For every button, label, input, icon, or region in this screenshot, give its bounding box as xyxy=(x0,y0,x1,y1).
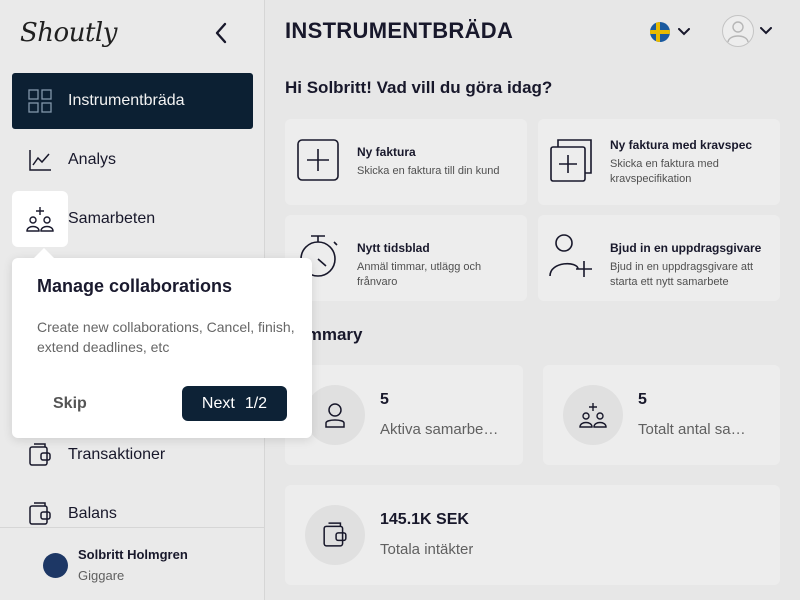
skip-button[interactable]: Skip xyxy=(53,395,87,413)
tour-highlight xyxy=(12,191,68,247)
tour-popover: Manage collaborations Create new collabo… xyxy=(12,248,312,438)
tour-step-counter: 1/2 xyxy=(244,394,268,412)
collaboration-icon xyxy=(26,207,54,232)
next-button[interactable]: Next 1/2 xyxy=(182,386,287,421)
next-label: Next xyxy=(201,394,235,412)
tour-description: Create new collaborations, Cancel, finis… xyxy=(37,319,295,355)
tour-title: Manage collaborations xyxy=(37,276,233,296)
